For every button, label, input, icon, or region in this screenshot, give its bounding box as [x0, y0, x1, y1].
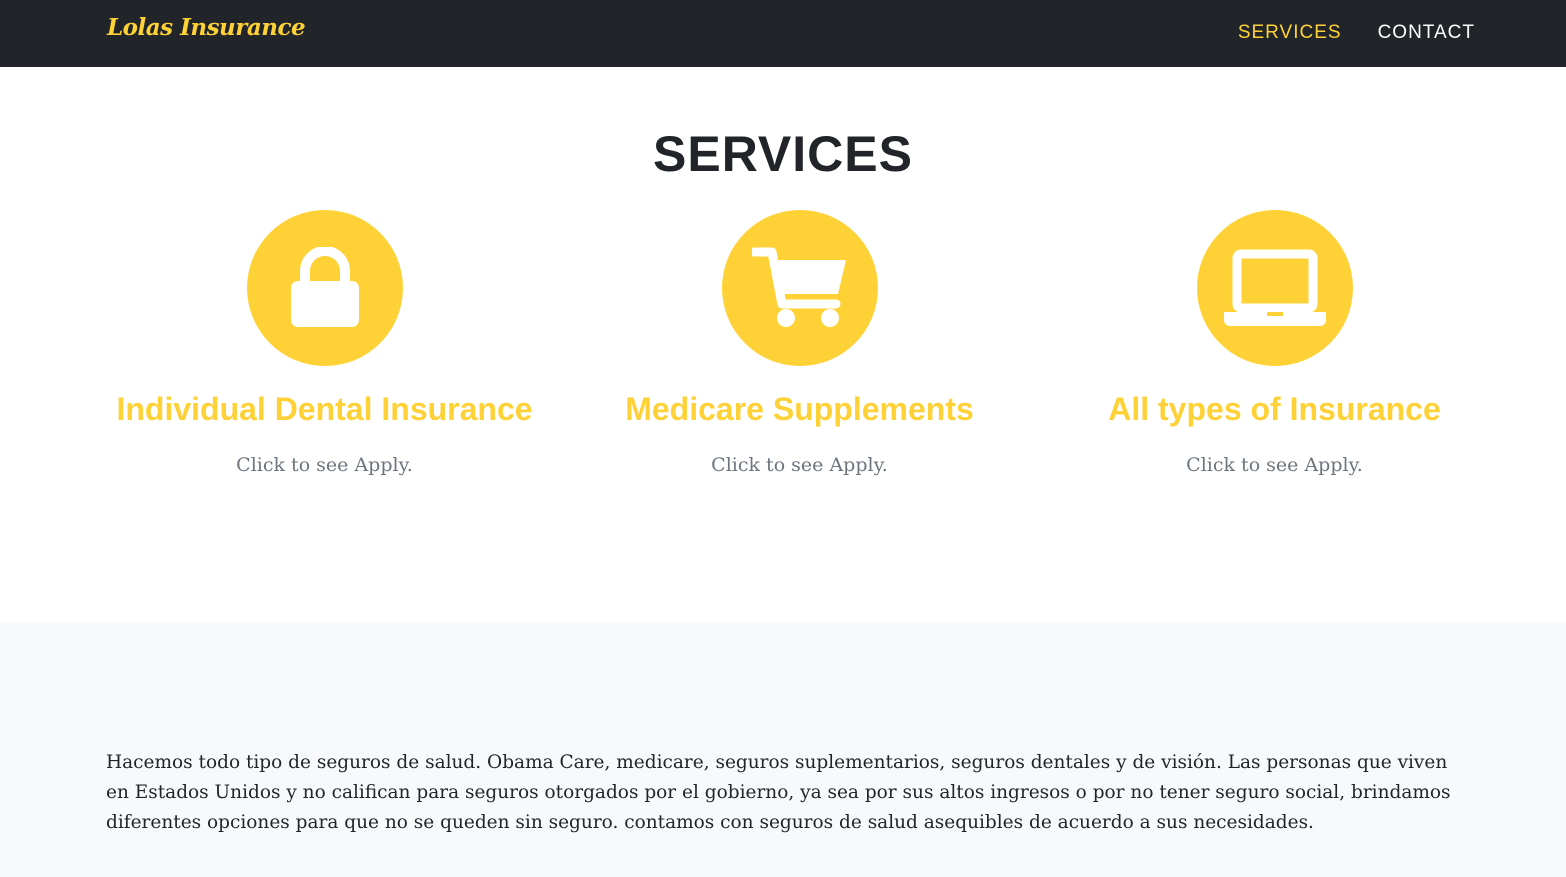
service-apply-link[interactable]: Click to see Apply.: [1037, 451, 1512, 479]
brand-logo-link[interactable]: Lolas Insurance: [107, 14, 306, 41]
service-item-all-types: All types of Insurance Click to see Appl…: [1037, 210, 1512, 479]
laptop-icon: [1196, 210, 1353, 366]
service-item-medicare: Medicare Supplements Click to see Apply.: [562, 210, 1037, 479]
service-title: All types of Insurance: [1108, 391, 1441, 427]
service-item-dental: Individual Dental Insurance Click to see…: [87, 210, 562, 479]
nav-link-services[interactable]: SERVICES: [1238, 22, 1342, 44]
services-section: SERVICES Individual Dental Insurance Cli…: [0, 67, 1566, 622]
lock-icon: [246, 210, 403, 366]
service-apply-link[interactable]: Click to see Apply.: [87, 451, 562, 479]
about-description: Hacemos todo tipo de seguros de salud. O…: [106, 752, 1451, 833]
service-title: Individual Dental Insurance: [116, 391, 533, 427]
service-title: Medicare Supplements: [625, 391, 974, 427]
service-apply-link[interactable]: Click to see Apply.: [562, 451, 1037, 479]
top-navbar: Lolas Insurance SERVICES CONTACT: [0, 0, 1566, 67]
shopping-cart-icon: [721, 210, 878, 366]
services-heading: SERVICES: [653, 126, 913, 182]
nav-links: SERVICES CONTACT: [1238, 22, 1475, 44]
about-section: Hacemos todo tipo de seguros de salud. O…: [0, 622, 1566, 877]
nav-link-contact[interactable]: CONTACT: [1378, 22, 1475, 44]
